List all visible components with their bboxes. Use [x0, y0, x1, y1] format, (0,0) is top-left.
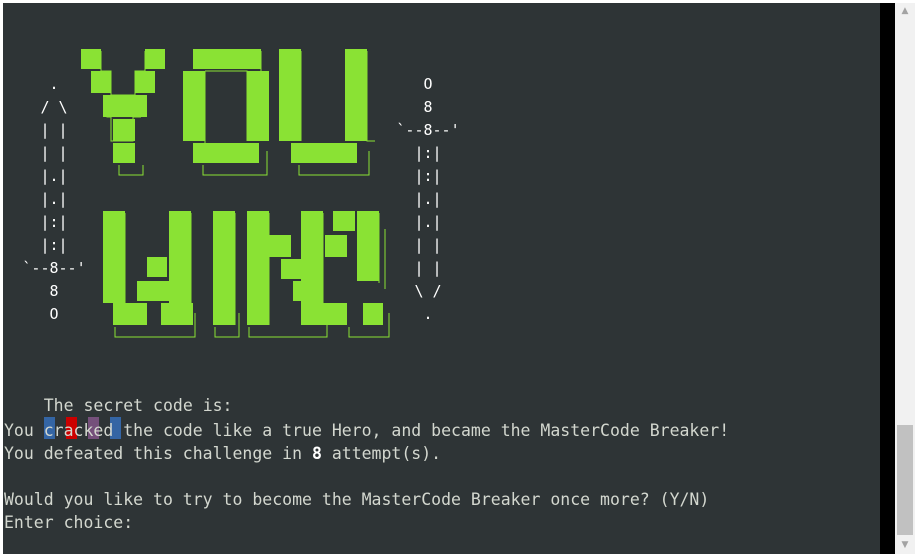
defeated-suffix: attempt(s). — [321, 444, 442, 463]
banner-letter-i — [213, 211, 240, 338]
right-sword-line-6: |.| — [414, 190, 441, 208]
right-sword-line-3: `--8--' — [396, 121, 459, 139]
secret-code-label: The secret code is: — [43, 396, 243, 415]
left-sword-line-6: |.| — [40, 190, 67, 208]
right-sword-line-4: |:| — [414, 144, 441, 162]
right-sword-line-2: 8 — [423, 98, 432, 116]
terminal-gutter — [880, 3, 895, 554]
left-sword-line-5: |.| — [40, 167, 67, 185]
right-sword-line-11: . — [423, 305, 432, 323]
right-sword-line-10: \ / — [414, 282, 441, 300]
left-sword-line-1: . — [49, 75, 58, 93]
right-sword-line-1: O — [423, 75, 432, 93]
scrollbar-thumb[interactable] — [897, 425, 913, 535]
left-sword-line-7: |:| — [40, 213, 67, 231]
left-sword-line-10: 8 — [49, 282, 58, 300]
scroll-down-arrow-icon[interactable]: ▼ — [895, 537, 915, 554]
right-sword-line-5: |:| — [414, 167, 441, 185]
defeated-message: You defeated this challenge in 8 attempt… — [4, 442, 441, 465]
enter-choice-input-line[interactable]: Enter choice: — [4, 511, 133, 534]
left-sword-line-9: `--8--' — [22, 259, 85, 277]
win-ascii-art: . / \ | | | | |.| |.| |:| |:| `--8--' 8 O O 8 `--8--… — [22, 49, 460, 338]
attempt-count: 8 — [311, 444, 322, 463]
right-sword-art: O 8 `--8--' |:| |:| |.| |.| | | | | \ /. — [396, 75, 459, 323]
banner-letter-u — [279, 49, 375, 176]
secret-code-line: The secret code is: — [4, 371, 242, 439]
left-sword-line-11: O — [49, 305, 58, 323]
banner-you — [81, 49, 375, 176]
terminal-window[interactable]: . / \ | | | | |.| |.| |:| |:| `--8--' 8 O O 8 `--8--… — [3, 3, 880, 554]
left-sword-line-3: | | — [40, 121, 67, 139]
banner-letter-w — [103, 211, 196, 338]
right-sword-line-8: | | — [414, 236, 441, 254]
scroll-up-arrow-icon[interactable]: ▲ — [895, 3, 915, 20]
right-sword-line-7: |.| — [414, 213, 441, 231]
play-again-prompt: Would you like to try to become the Mast… — [4, 490, 710, 509]
left-sword-art: . / \ | | | | |.| |.| |:| |:| `--8--' 8 O — [22, 75, 85, 323]
cracked-message: You cracked the code like a true Hero, a… — [4, 421, 730, 440]
right-sword-line-9: | | — [414, 259, 441, 277]
scrollbar[interactable]: ▲ ▼ — [895, 3, 915, 554]
defeated-prefix: You defeated this challenge in — [4, 444, 312, 463]
banner-win — [103, 211, 390, 338]
left-sword-line-4: | | — [40, 144, 67, 162]
left-sword-line-2: / \ — [40, 98, 67, 116]
left-sword-line-8: |:| — [40, 236, 67, 254]
banner-letter-y — [81, 49, 165, 176]
banner-letter-o — [183, 49, 269, 176]
